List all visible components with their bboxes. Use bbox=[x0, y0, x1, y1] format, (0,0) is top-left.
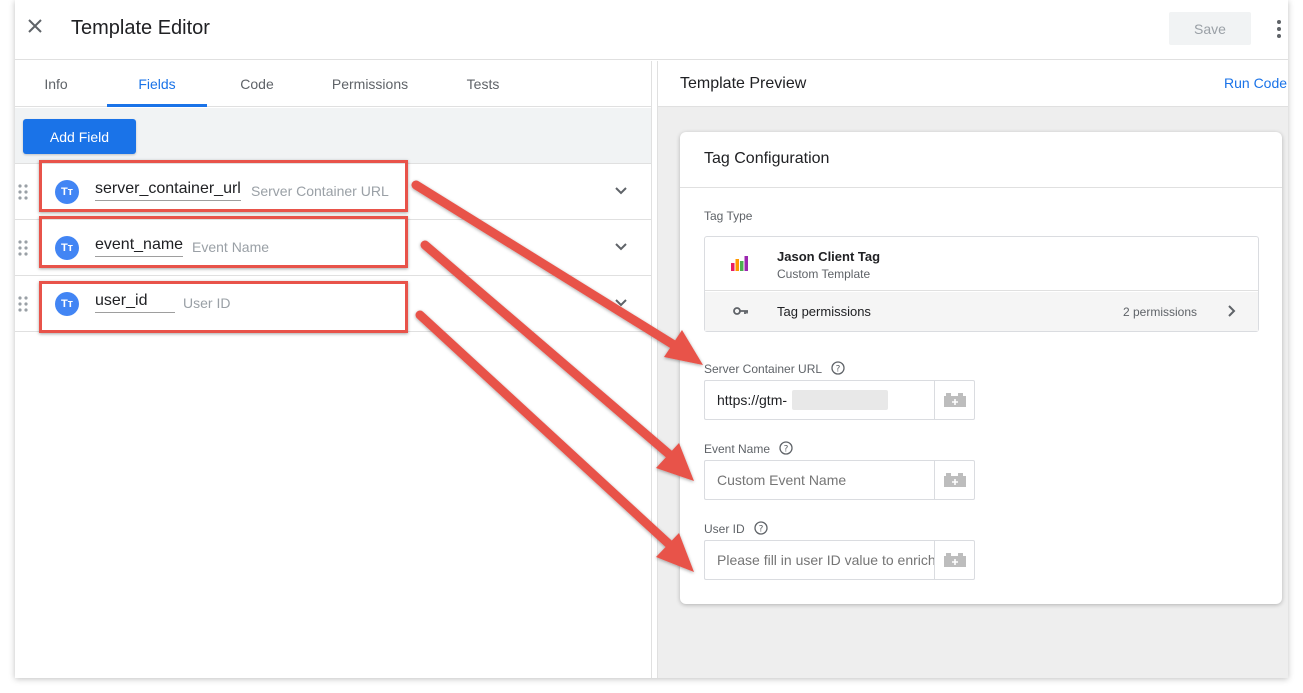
editor-tabs: Info Fields Code Permissions Tests bbox=[15, 61, 651, 107]
field-row-event-name[interactable]: Tт event_name Event Name bbox=[15, 216, 651, 276]
tab-permissions[interactable]: Permissions bbox=[315, 61, 425, 107]
server-container-url-label: Server Container URL bbox=[704, 362, 823, 376]
run-code-button[interactable]: Run Code bbox=[1224, 75, 1287, 91]
card-divider bbox=[680, 187, 1282, 188]
drag-handle-icon[interactable] bbox=[18, 296, 28, 312]
field-row-server-container-url[interactable]: Tт server_container_url Server Container… bbox=[15, 160, 651, 220]
tab-info[interactable]: Info bbox=[29, 61, 83, 107]
key-icon bbox=[733, 307, 748, 315]
chevron-right-icon bbox=[1228, 305, 1236, 317]
add-field-button[interactable]: Add Field bbox=[23, 119, 136, 154]
chevron-down-icon[interactable] bbox=[611, 237, 631, 257]
highlight-box bbox=[39, 281, 408, 333]
permissions-label: Tag permissions bbox=[777, 304, 871, 319]
variable-picker-button[interactable] bbox=[934, 460, 975, 500]
variable-picker-icon bbox=[944, 393, 966, 407]
tag-type-box: Jason Client Tag Custom Template Tag per… bbox=[704, 236, 1259, 332]
chevron-down-icon[interactable] bbox=[611, 181, 631, 201]
more-options-button[interactable] bbox=[1269, 16, 1288, 42]
event-name-label: Event Name bbox=[704, 442, 771, 456]
card-title: Tag Configuration bbox=[704, 150, 830, 167]
template-preview-panel: Template Preview Run Code Tag Configurat… bbox=[658, 61, 1288, 678]
field-row-user-id[interactable]: Tт user_id User ID bbox=[15, 276, 651, 333]
active-tab-indicator bbox=[107, 104, 207, 107]
user-id-input[interactable] bbox=[704, 540, 934, 580]
svg-text:?: ? bbox=[784, 445, 789, 455]
tag-subtitle: Custom Template bbox=[777, 267, 871, 281]
server-container-url-row bbox=[680, 380, 1282, 420]
tag-type-selector[interactable]: Jason Client Tag Custom Template bbox=[705, 237, 1258, 291]
variable-picker-button[interactable] bbox=[934, 540, 975, 580]
svg-text:?: ? bbox=[759, 525, 764, 535]
event-name-row bbox=[680, 460, 1282, 500]
user-id-label: User ID bbox=[704, 522, 745, 536]
svg-text:?: ? bbox=[836, 365, 841, 375]
variable-picker-icon bbox=[944, 473, 966, 487]
tag-name: Jason Client Tag bbox=[777, 249, 881, 264]
tab-code[interactable]: Code bbox=[227, 61, 287, 107]
editor-header: Template Editor Save bbox=[15, 0, 1288, 60]
tag-configuration-card: Tag Configuration Tag Type Jason Client … bbox=[680, 132, 1282, 604]
fields-panel: Info Fields Code Permissions Tests Add F… bbox=[15, 61, 651, 678]
more-vert-icon bbox=[1277, 20, 1281, 38]
panel-divider[interactable] bbox=[651, 61, 658, 678]
drag-handle-icon[interactable] bbox=[18, 240, 28, 256]
variable-picker-icon bbox=[944, 553, 966, 567]
user-id-row bbox=[680, 540, 1282, 580]
close-icon bbox=[28, 19, 42, 33]
help-icon[interactable]: ? bbox=[754, 521, 768, 535]
event-name-input[interactable] bbox=[704, 460, 934, 500]
page-title: Template Editor bbox=[71, 17, 210, 39]
variable-picker-button[interactable] bbox=[934, 380, 975, 420]
tag-type-label: Tag Type bbox=[704, 209, 753, 223]
chevron-down-icon[interactable] bbox=[611, 293, 631, 313]
tag-permissions-row[interactable]: Tag permissions 2 permissions bbox=[705, 292, 1258, 331]
bar-chart-icon bbox=[731, 256, 748, 271]
tab-tests[interactable]: Tests bbox=[455, 61, 511, 107]
save-button[interactable]: Save bbox=[1169, 12, 1251, 45]
drag-handle-icon[interactable] bbox=[18, 184, 28, 200]
template-editor-window: Template Editor Save Info Fields Code Pe… bbox=[15, 0, 1288, 678]
help-icon[interactable]: ? bbox=[779, 441, 793, 455]
help-icon[interactable]: ? bbox=[831, 361, 845, 375]
highlight-box bbox=[39, 216, 408, 268]
close-button[interactable] bbox=[23, 14, 47, 38]
permissions-count: 2 permissions bbox=[1123, 305, 1198, 319]
preview-title: Template Preview bbox=[680, 75, 807, 92]
preview-header: Template Preview Run Code bbox=[658, 61, 1288, 107]
highlight-box bbox=[39, 160, 408, 212]
tab-fields[interactable]: Fields bbox=[107, 61, 207, 107]
fields-toolbar: Add Field bbox=[15, 108, 651, 164]
redacted-text bbox=[792, 390, 888, 410]
